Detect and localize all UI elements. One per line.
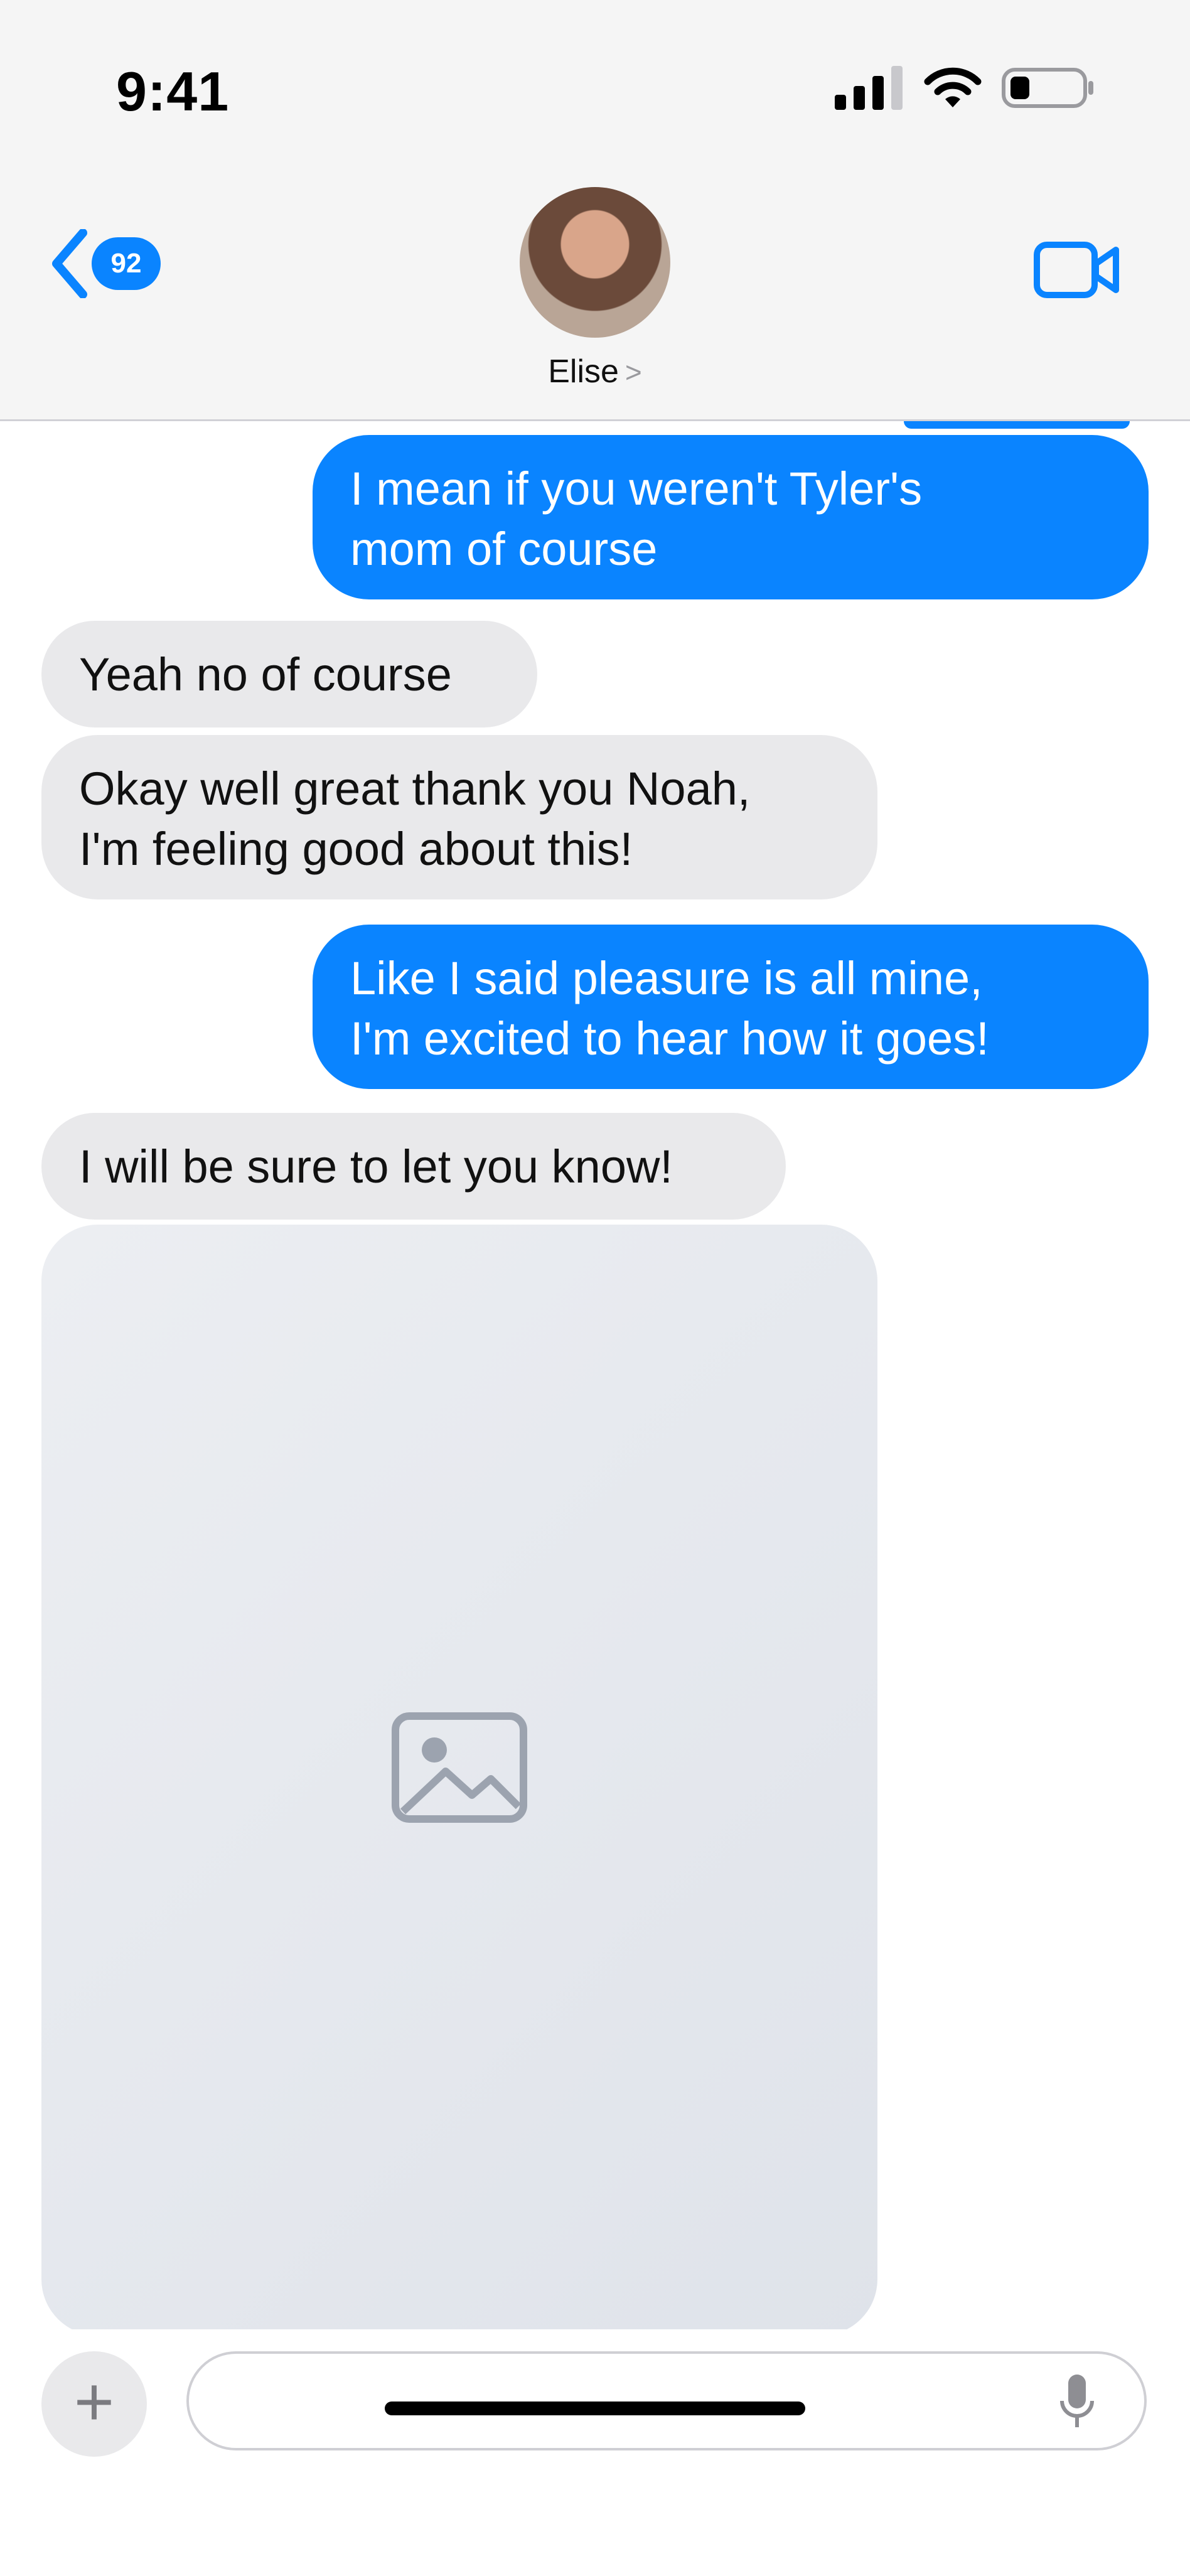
message-bubble-outgoing[interactable]: I mean if you weren't Tyler's mom of cou… <box>313 435 1149 599</box>
microphone-icon[interactable] <box>1058 2372 1096 2432</box>
home-indicator <box>385 2402 805 2415</box>
chevron-left-icon <box>52 229 87 298</box>
message-text: I'm feeling good about this! <box>79 823 633 875</box>
wifi-icon <box>924 67 982 107</box>
message-bubble-outgoing[interactable]: Like I said pleasure is all mine, I'm ex… <box>313 925 1149 1089</box>
contact-name-button[interactable]: Elise > <box>0 353 1190 390</box>
conversation-header: 92 Elise > <box>0 157 1190 421</box>
composer-bar: + <box>0 2329 1190 2576</box>
message-thread: I mean if you weren't Tyler's mom of cou… <box>0 421 1190 2336</box>
status-icons <box>835 66 1096 110</box>
cellular-signal-icon <box>835 66 903 110</box>
message-text: I mean if you weren't Tyler's <box>350 463 923 515</box>
photo-attachment-placeholder[interactable] <box>41 1225 877 2336</box>
status-time: 9:41 <box>116 60 230 122</box>
message-bubble-incoming[interactable]: Yeah no of course <box>41 621 537 727</box>
unread-badge: 92 <box>92 237 161 290</box>
message-bubble-outgoing-partial <box>904 421 1130 429</box>
chevron-right-icon: > <box>624 356 642 389</box>
message-text: I'm excited to hear how it goes! <box>350 1012 989 1065</box>
message-text: Yeah no of course <box>79 648 452 700</box>
message-bubble-incoming[interactable]: Okay well great thank you Noah, I'm feel… <box>41 735 877 899</box>
image-icon <box>392 1712 527 1823</box>
video-call-icon[interactable] <box>1033 239 1121 301</box>
message-text: Like I said pleasure is all mine, <box>350 952 983 1004</box>
plus-icon: + <box>73 2363 115 2440</box>
message-text: Okay well great thank you Noah, <box>79 763 751 815</box>
message-bubble-incoming[interactable]: I will be sure to let you know! <box>41 1113 786 1220</box>
contact-name: Elise <box>548 353 619 390</box>
message-input[interactable] <box>186 2351 1147 2450</box>
back-button[interactable]: 92 <box>50 229 161 298</box>
status-bar: 9:41 <box>0 0 1190 157</box>
contact-avatar[interactable] <box>520 187 670 338</box>
message-text: I will be sure to let you know! <box>79 1140 673 1193</box>
message-text: mom of course <box>350 523 658 575</box>
battery-icon <box>1002 68 1093 108</box>
add-attachment-button[interactable]: + <box>41 2351 147 2457</box>
